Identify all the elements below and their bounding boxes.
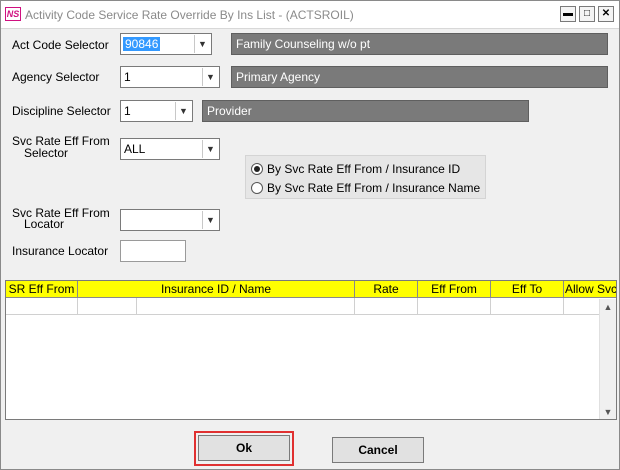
chevron-down-icon[interactable]: ▼ — [202, 140, 218, 158]
act-code-label: Act Code Selector — [12, 38, 109, 52]
chevron-down-icon[interactable]: ▼ — [202, 68, 218, 86]
scroll-up-icon[interactable]: ▲ — [600, 299, 616, 315]
maximize-button[interactable]: □ — [579, 6, 595, 22]
cell-eff-from[interactable] — [418, 298, 491, 315]
discipline-label: Discipline Selector — [12, 104, 111, 118]
agency-select[interactable]: 1 ▼ — [120, 66, 220, 88]
app-logo-icon: NS — [5, 7, 21, 21]
rates-grid[interactable]: SR Eff From Insurance ID / Name Rate Eff… — [5, 280, 617, 420]
cell-eff-to[interactable] — [491, 298, 564, 315]
cell-insurance-id[interactable] — [78, 298, 137, 315]
cell-rate[interactable] — [355, 298, 418, 315]
column-header-eff-to[interactable]: Eff To — [491, 281, 564, 297]
insurance-locator-input[interactable] — [120, 240, 186, 262]
grid-header: SR Eff From Insurance ID / Name Rate Eff… — [6, 281, 616, 298]
radio-unselected-icon[interactable] — [251, 182, 263, 194]
sort-option-label: By Svc Rate Eff From / Insurance ID — [267, 162, 461, 176]
column-header-insurance[interactable]: Insurance ID / Name — [78, 281, 355, 297]
act-code-value: 90846 — [123, 37, 161, 51]
close-button[interactable]: ✕ — [598, 6, 614, 22]
cancel-button[interactable]: Cancel — [332, 437, 424, 463]
vertical-scrollbar[interactable]: ▲ ▼ — [599, 299, 616, 419]
svc-rate-locator-select[interactable]: ▼ — [120, 209, 220, 231]
act-code-select[interactable]: 90846 ▼ — [120, 33, 212, 55]
sort-option-label: By Svc Rate Eff From / Insurance Name — [267, 181, 481, 195]
table-row[interactable] — [6, 298, 600, 315]
discipline-select[interactable]: 1 ▼ — [120, 100, 193, 122]
minimize-button[interactable]: ▬ — [560, 6, 576, 22]
svc-rate-from-value: ALL — [124, 142, 146, 156]
act-code-description: Family Counseling w/o pt — [231, 33, 608, 55]
dialog-window: NS Activity Code Service Rate Override B… — [0, 0, 620, 470]
window-title: Activity Code Service Rate Override By I… — [25, 8, 354, 22]
column-header-sr-eff-from[interactable]: SR Eff From — [6, 281, 78, 297]
cell-allow-svc[interactable] — [564, 298, 600, 315]
radio-selected-icon[interactable] — [251, 163, 263, 175]
column-header-rate[interactable]: Rate — [355, 281, 418, 297]
sort-option-insurance-name[interactable]: By Svc Rate Eff From / Insurance Name — [251, 181, 480, 197]
svc-rate-from-selector-label-line2: Selector — [24, 146, 69, 160]
agency-value: 1 — [124, 70, 131, 84]
chevron-down-icon[interactable]: ▼ — [175, 102, 191, 120]
chevron-down-icon[interactable]: ▼ — [194, 35, 210, 53]
scroll-down-icon[interactable]: ▼ — [600, 404, 616, 419]
sort-option-insurance-id[interactable]: By Svc Rate Eff From / Insurance ID — [251, 162, 460, 178]
cell-sr-eff-from[interactable] — [6, 298, 78, 315]
column-header-eff-from[interactable]: Eff From — [418, 281, 491, 297]
svc-rate-from-select[interactable]: ALL ▼ — [120, 138, 220, 160]
discipline-value: 1 — [124, 104, 131, 118]
column-header-allow-svc[interactable]: Allow Svc — [564, 281, 616, 297]
chevron-down-icon[interactable]: ▼ — [202, 211, 218, 229]
agency-description: Primary Agency — [231, 66, 608, 88]
agency-label: Agency Selector — [12, 70, 100, 84]
svc-rate-locator-label-line2: Locator — [24, 217, 65, 231]
cell-insurance-name[interactable] — [137, 298, 355, 315]
discipline-description: Provider — [202, 100, 529, 122]
title-bar: NS Activity Code Service Rate Override B… — [1, 1, 619, 29]
insurance-locator-label: Insurance Locator — [12, 244, 109, 258]
ok-button[interactable]: Ok — [198, 435, 290, 461]
sort-options-group: By Svc Rate Eff From / Insurance ID By S… — [245, 155, 486, 199]
